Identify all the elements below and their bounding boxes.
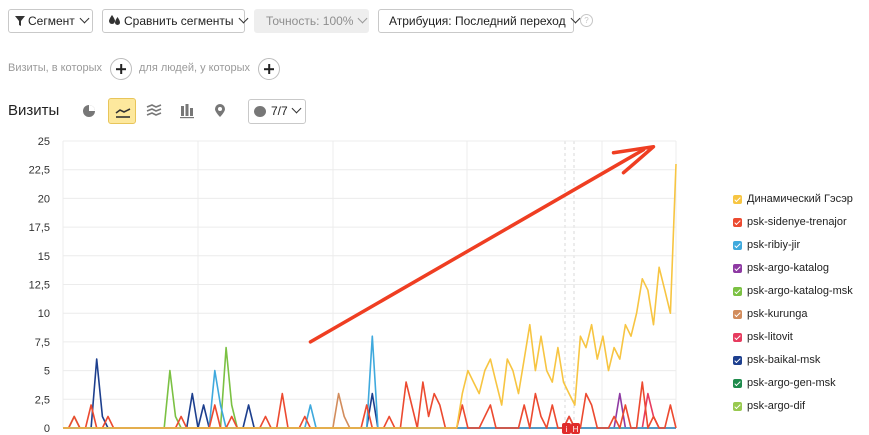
segment-label: Сегмент [28, 14, 75, 28]
legend-checkbox[interactable] [733, 287, 742, 296]
legend-checkbox[interactable] [733, 379, 742, 388]
event-marker-label: H [573, 425, 579, 434]
attribution-label: Атрибуция: Последний переход [389, 14, 566, 28]
compare-segments-button[interactable]: Сравнить сегменты [102, 9, 248, 33]
area-chart-view-button[interactable] [140, 98, 168, 124]
add-visit-condition-button[interactable] [110, 58, 132, 80]
legend-checkbox[interactable] [733, 218, 742, 227]
y-tick-label: 15 [38, 251, 50, 263]
bar-chart-view-button[interactable] [173, 98, 201, 124]
chevron-down-icon [291, 103, 302, 114]
line-chart-icon [115, 108, 131, 118]
chevron-down-icon [79, 13, 90, 24]
y-tick-label: 2,5 [35, 394, 50, 406]
map-view-button[interactable] [206, 98, 234, 124]
accuracy-select[interactable]: Точность: 100% [254, 9, 369, 33]
visits-filter-label: Визиты, в которых [8, 62, 102, 74]
attribution-select[interactable]: Атрибуция: Последний переход [378, 9, 581, 33]
report-title: Визиты [8, 102, 60, 119]
legend-checkbox[interactable] [733, 264, 742, 273]
comments-select[interactable]: 7/7 [248, 99, 306, 124]
pie-chart-icon [83, 105, 95, 117]
segment-button[interactable]: Сегмент [8, 9, 93, 33]
y-tick-label: 25 [38, 136, 50, 148]
y-tick-label: 20 [38, 193, 50, 205]
annotation-arrowhead [611, 144, 656, 175]
legend-checkbox[interactable] [733, 195, 742, 204]
legend-label: psk-argo-katalog-msk [747, 285, 853, 297]
legend-label: psk-argo-gen-msk [747, 377, 836, 389]
add-people-condition-button[interactable] [258, 58, 280, 80]
legend-checkbox[interactable] [733, 402, 742, 411]
visits-line-chart: 0 2,5 5 7,5 10 12,5 15 17,5 20 22,5 25 i H [29, 136, 677, 435]
legend-checkbox[interactable] [733, 356, 742, 365]
bar-chart-icon [180, 104, 194, 119]
comments-count: 7/7 [271, 104, 288, 118]
filter-icon [15, 11, 25, 26]
chevron-down-icon [358, 13, 368, 24]
y-tick-label: 22,5 [29, 165, 50, 177]
legend-label: psk-sidenye-trenajor [747, 216, 847, 228]
chevron-down-icon [570, 13, 581, 24]
y-tick-label: 0 [44, 423, 50, 435]
legend-label: psk-litovit [747, 331, 793, 343]
help-icon[interactable]: ? [580, 14, 593, 27]
y-tick-label: 17,5 [29, 222, 50, 234]
legend-label: psk-ribiy-jir [747, 239, 801, 251]
y-tick-label: 12,5 [29, 280, 50, 292]
people-filter-label: для людей, у которых [139, 62, 250, 74]
comment-icon [254, 106, 266, 117]
legend-label: psk-argo-katalog [747, 262, 829, 274]
legend-checkbox[interactable] [733, 333, 742, 342]
legend-label: Динамический Гэсэр [747, 193, 853, 205]
legend-label: psk-baikal-msk [747, 354, 821, 366]
accuracy-label: Точность: 100% [266, 14, 354, 28]
y-tick-label: 7,5 [35, 337, 50, 349]
map-pin-icon [215, 104, 225, 117]
chevron-down-icon [238, 13, 248, 24]
pie-chart-view-button[interactable] [75, 98, 103, 124]
legend-label: psk-kurunga [747, 308, 808, 320]
compare-label: Сравнить сегменты [124, 14, 234, 28]
event-marker-label: i [566, 425, 568, 434]
legend-checkbox[interactable] [733, 310, 742, 319]
y-tick-label: 5 [44, 366, 50, 378]
line-chart-view-button[interactable] [108, 98, 136, 124]
y-tick-label: 10 [38, 308, 50, 320]
area-chart-icon [146, 104, 162, 116]
legend-checkbox[interactable] [733, 241, 742, 250]
drops-icon [109, 11, 121, 25]
legend-label: psk-argo-dif [747, 400, 806, 412]
